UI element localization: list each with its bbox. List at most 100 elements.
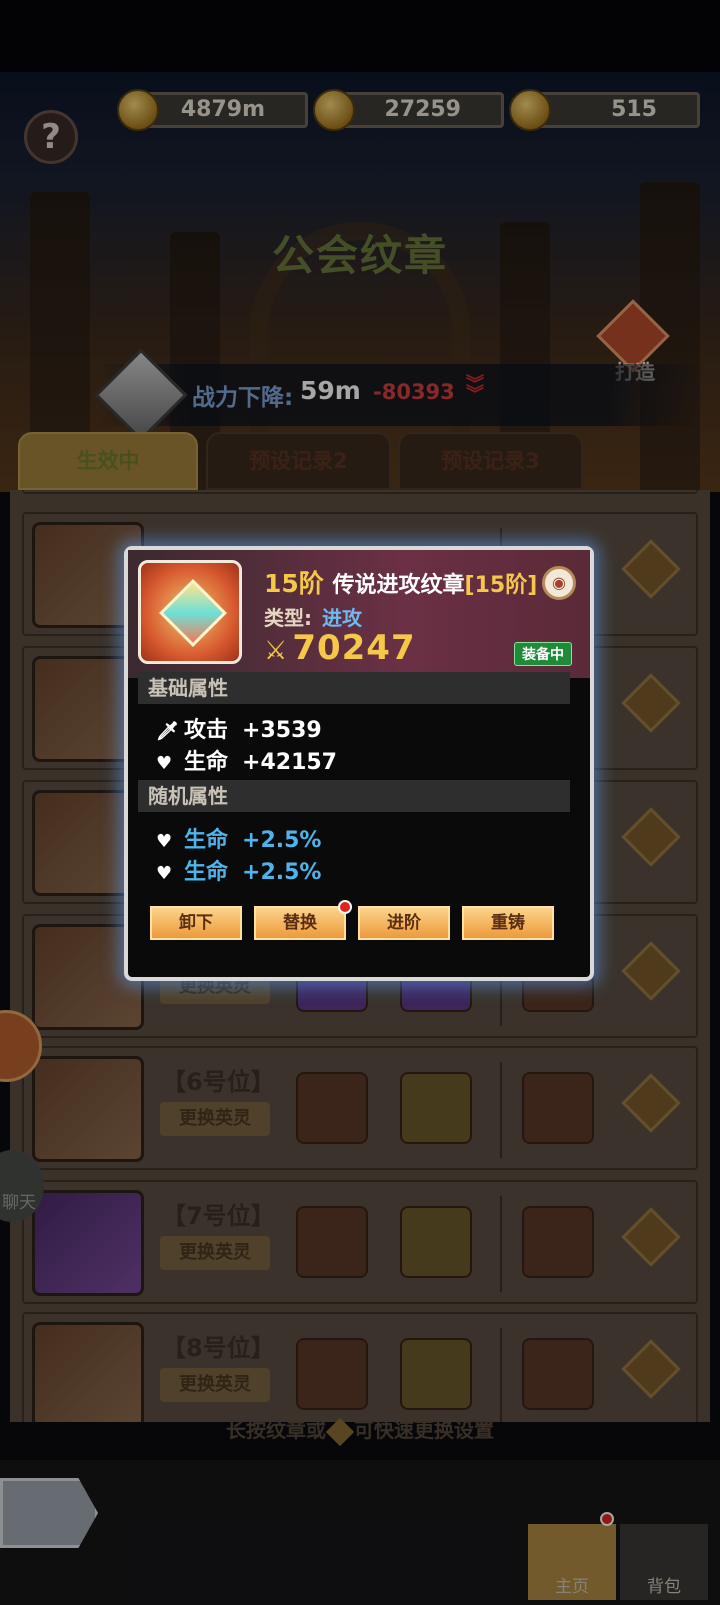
hero-avatar[interactable] bbox=[32, 1056, 144, 1162]
eye-icon[interactable]: ◉ bbox=[542, 566, 576, 600]
gold-value: 4879m bbox=[180, 97, 265, 122]
emblem-slot[interactable] bbox=[400, 1072, 472, 1144]
slot-row[interactable]: 【6号位】 更换英灵 bbox=[22, 1046, 698, 1170]
back-button[interactable] bbox=[0, 1478, 98, 1548]
emblem-title: 传说进攻纹章 bbox=[332, 573, 465, 598]
key-resource[interactable]: 515 bbox=[509, 89, 700, 131]
emblem-slot[interactable] bbox=[522, 1072, 594, 1144]
emblem-tier: 15阶 bbox=[264, 569, 324, 598]
stat-label: 攻击 bbox=[184, 718, 229, 743]
slot-position: 【6号位】 bbox=[162, 1068, 275, 1096]
gem-icon bbox=[159, 579, 227, 647]
tab-active[interactable]: 生效中 bbox=[18, 432, 198, 490]
emblem-slot[interactable] bbox=[522, 1206, 594, 1278]
emblem-slot[interactable] bbox=[296, 1206, 368, 1278]
chat-label: 聊天 bbox=[2, 1193, 36, 1213]
stat-label: 生命 bbox=[184, 828, 229, 853]
quick-swap-icon[interactable] bbox=[621, 807, 681, 867]
random-attributes-header: 随机属性 bbox=[138, 780, 570, 812]
emblem-slot[interactable] bbox=[400, 1206, 472, 1278]
hero-avatar[interactable] bbox=[32, 1190, 144, 1296]
stat-label: 生命 bbox=[184, 860, 229, 885]
status-bar bbox=[0, 0, 720, 72]
stat-row: 🗡 攻击 +3539 bbox=[156, 712, 322, 744]
quick-swap-icon[interactable] bbox=[621, 1339, 681, 1399]
reforge-button[interactable]: 重铸 bbox=[462, 906, 554, 940]
stat-value: +2.5% bbox=[242, 860, 322, 885]
stat-label: 生命 bbox=[184, 750, 229, 775]
key-token-icon bbox=[509, 89, 551, 131]
divider bbox=[500, 1196, 502, 1292]
emblem-slot[interactable] bbox=[296, 1338, 368, 1410]
emblem-power: ⚔ 70247 bbox=[264, 628, 416, 668]
quick-swap-icon[interactable] bbox=[621, 539, 681, 599]
type-value: 进攻 bbox=[322, 606, 362, 630]
crossed-swords-icon: ⚔ bbox=[264, 636, 289, 666]
emblem-slot[interactable] bbox=[296, 1072, 368, 1144]
stat-value: +42157 bbox=[242, 750, 337, 775]
upgrade-button[interactable]: 进阶 bbox=[358, 906, 450, 940]
stat-row: ♥ 生命 +42157 bbox=[156, 744, 337, 776]
nav-home-label: 主页 bbox=[555, 1577, 589, 1597]
emblem-slot[interactable] bbox=[522, 1338, 594, 1410]
quick-swap-icon[interactable] bbox=[621, 673, 681, 733]
emblem-slot[interactable] bbox=[400, 1338, 472, 1410]
emblem-name: 15阶 传说进攻纹章[15阶] bbox=[264, 564, 537, 600]
guild-coin-value: 27259 bbox=[384, 97, 461, 122]
popup-header: 15阶 传说进攻纹章[15阶] ◉ 类型: 进攻 ⚔ 70247 装备中 bbox=[128, 550, 590, 678]
heart-icon: ♥ bbox=[156, 863, 173, 884]
hint-before: 长按纹章或 bbox=[226, 1418, 326, 1442]
gold-resource[interactable]: 4879m bbox=[117, 89, 308, 131]
notification-dot bbox=[338, 900, 352, 914]
quick-swap-icon[interactable] bbox=[621, 1073, 681, 1133]
power-value: 59m bbox=[300, 376, 361, 405]
emblem-detail-popup: 15阶 传说进攻纹章[15阶] ◉ 类型: 进攻 ⚔ 70247 装备中 基础属性 … bbox=[124, 546, 594, 981]
type-label: 类型: bbox=[264, 606, 312, 630]
down-chevron-icon: ︾ ︾ bbox=[466, 374, 484, 405]
tab-preset-3[interactable]: 预设记录3 bbox=[398, 432, 583, 490]
hero-avatar[interactable] bbox=[32, 1322, 144, 1422]
quick-swap-icon[interactable] bbox=[621, 1207, 681, 1267]
stat-row: ♥ 生命 +2.5% bbox=[156, 854, 321, 886]
divider bbox=[500, 1328, 502, 1422]
emblem-icon bbox=[138, 560, 242, 664]
guild-coin-resource[interactable]: 27259 bbox=[313, 89, 504, 131]
base-attributes-header: 基础属性 bbox=[138, 672, 570, 704]
help-button[interactable]: ? bbox=[24, 110, 78, 164]
nav-bag-label: 背包 bbox=[647, 1577, 681, 1597]
page-title: 公会纹章 bbox=[271, 231, 448, 280]
slot-position: 【7号位】 bbox=[162, 1202, 275, 1230]
heart-icon: ♥ bbox=[156, 753, 173, 774]
change-hero-button[interactable]: 更换英灵 bbox=[160, 1368, 270, 1402]
power-number: 70247 bbox=[292, 628, 416, 668]
game-screen: 4879m 27259 515 ? 公会纹章 打造 战力下降: 59m -803… bbox=[0, 0, 720, 1605]
power-label: 战力下降: bbox=[192, 385, 294, 411]
hint-text: 长按纹章或 可快速更换设置 bbox=[0, 1414, 720, 1446]
nav-bag[interactable]: 背包 bbox=[620, 1524, 708, 1600]
change-hero-button[interactable]: 更换英灵 bbox=[160, 1236, 270, 1270]
tab-preset-2[interactable]: 预设记录2 bbox=[206, 432, 391, 490]
quick-swap-icon[interactable] bbox=[621, 941, 681, 1001]
stat-value: +3539 bbox=[242, 718, 322, 743]
guild-coin-icon bbox=[313, 89, 355, 131]
quick-swap-icon bbox=[325, 1417, 355, 1446]
heart-icon: ♥ bbox=[156, 831, 173, 852]
sword-icon: 🗡 bbox=[156, 721, 179, 742]
slot-row[interactable]: 【7号位】 更换英灵 bbox=[22, 1180, 698, 1304]
notification-dot bbox=[600, 1512, 614, 1526]
stat-value: +2.5% bbox=[242, 828, 322, 853]
unequip-button[interactable]: 卸下 bbox=[150, 906, 242, 940]
emblem-tier-bracket: [15阶] bbox=[464, 573, 538, 598]
power-drop: -80393 bbox=[373, 380, 455, 404]
stat-row: ♥ 生命 +2.5% bbox=[156, 822, 321, 854]
divider bbox=[500, 1062, 502, 1158]
slot-row[interactable]: 【8号位】 更换英灵 bbox=[22, 1312, 698, 1422]
change-hero-button[interactable]: 更换英灵 bbox=[160, 1102, 270, 1136]
key-value: 515 bbox=[611, 97, 657, 122]
slot-row bbox=[22, 490, 698, 494]
replace-button[interactable]: 替换 bbox=[254, 906, 346, 940]
nav-home[interactable]: 主页 bbox=[528, 1524, 616, 1600]
hint-after: 可快速更换设置 bbox=[354, 1418, 494, 1442]
slot-position: 【8号位】 bbox=[162, 1334, 275, 1362]
equipped-badge: 装备中 bbox=[514, 642, 572, 666]
